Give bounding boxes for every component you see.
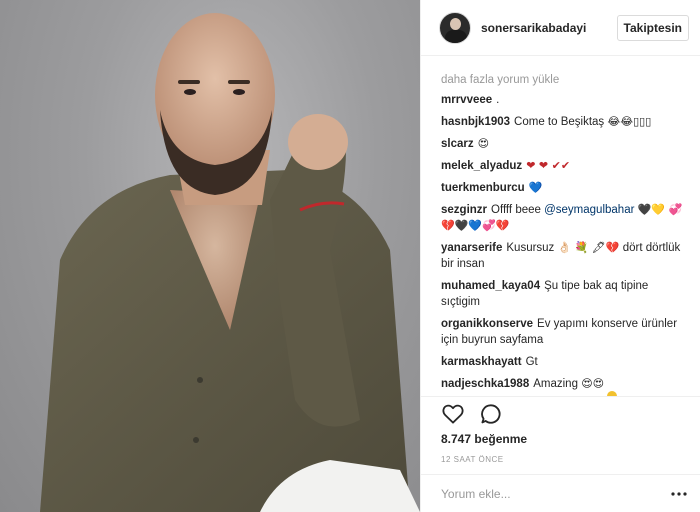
comment-item: nadjeschka1988 Amazing 😍😍 — [441, 376, 689, 392]
avatar[interactable] — [439, 11, 471, 44]
portrait-image — [40, 13, 420, 512]
comment-username[interactable]: karmaskhayatt — [441, 356, 522, 368]
comment-username[interactable]: tuerkmenburcu — [441, 182, 525, 194]
comment-item: muhamed_kaya04 Şu tipe bak aq tipine sıçt… — [441, 278, 689, 310]
add-comment-bar — [421, 474, 700, 512]
comment-item: mrrvveee. — [441, 92, 689, 108]
username-link[interactable]: sonersarikabadayi — [481, 21, 586, 35]
comment-item: sezginzr Offff beee @seymagulbahar 🖤💛 💞💔🖤… — [441, 202, 689, 234]
comment-username[interactable]: nadjeschka1988 — [441, 378, 529, 390]
comment-emoji: 😂😂▯▯▯ — [607, 115, 652, 128]
comment-username[interactable]: slcarz — [441, 138, 474, 150]
comment-emoji: 😍😍 — [581, 377, 605, 390]
comment-item: yanarserife Kusursuz 👌🏻 💐 🖋💔 dört dörtlük… — [441, 240, 689, 272]
post-actions — [441, 402, 517, 426]
post-timestamp[interactable]: 12 SAAT ÖNCE — [441, 455, 504, 464]
comment-username[interactable]: hasnbjk1903 — [441, 116, 510, 128]
comment-mention-link[interactable]: @seymagulbahar — [544, 204, 634, 216]
load-more-comments-link[interactable]: daha fazla yorum yükle — [441, 74, 689, 86]
comment-text: Kusursuz — [506, 242, 555, 254]
comment-username[interactable]: yanarserife — [441, 242, 502, 254]
comment-input[interactable] — [441, 486, 661, 501]
comment-username[interactable]: muhamed_kaya04 — [441, 280, 540, 292]
comment-emoji: 👌🏻 💐 🖋💔 — [557, 241, 620, 254]
post-side-panel: sonersarikabadayi Takiptesin daha fazla … — [420, 0, 700, 512]
comments-list[interactable]: daha fazla yorum yükle mrrvveee. hasnbjk… — [421, 56, 700, 396]
comment-emoji: ❤ ❤ ✔✔ — [526, 159, 571, 172]
comment-username[interactable]: sezginzr — [441, 204, 487, 216]
comment-item: karmaskhayatt Gt — [441, 354, 689, 370]
comment-emoji: 💙 — [528, 181, 543, 194]
instagram-post: sonersarikabadayi Takiptesin daha fazla … — [0, 0, 700, 512]
comment-username[interactable]: organikkonserve — [441, 318, 533, 330]
comment-item: organikkonserve Ev yapımı konserve ürünle… — [441, 316, 689, 348]
comment-username[interactable]: melek_alyaduz — [441, 160, 522, 172]
comment-text: . — [496, 94, 500, 106]
post-photo[interactable] — [0, 0, 420, 512]
comment-text: Come to Beşiktaş — [514, 116, 605, 128]
likes-count[interactable]: 8.747 beğenme — [441, 432, 527, 446]
comment-username[interactable]: mrrvveee — [441, 94, 492, 106]
comment-item: melek_alyaduz ❤ ❤ ✔✔ — [441, 158, 689, 174]
post-header: sonersarikabadayi Takiptesin — [421, 0, 700, 56]
comment-item: slcarz 😍 — [441, 136, 689, 152]
comment-item: hasnbjk1903 Come to Beşiktaş 😂😂▯▯▯ — [441, 114, 689, 130]
comment-text: Offff beee — [491, 204, 541, 216]
clipped-emoji-icon — [607, 388, 621, 396]
speech-bubble-icon[interactable] — [479, 402, 503, 426]
comment-text: Gt — [525, 356, 538, 368]
comment-item: tuerkmenburcu 💙 — [441, 180, 689, 196]
divider — [421, 396, 700, 397]
comment-text: Amazing — [533, 378, 578, 390]
comment-emoji: 😍 — [477, 137, 490, 150]
more-options-icon[interactable] — [669, 484, 689, 504]
following-button[interactable]: Takiptesin — [616, 14, 689, 41]
heart-outline-icon[interactable] — [441, 402, 465, 426]
